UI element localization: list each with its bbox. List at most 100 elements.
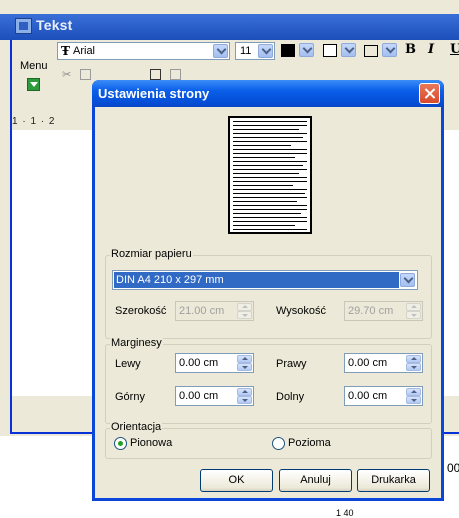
portrait-label[interactable]: Pionowa bbox=[130, 437, 172, 449]
preview-text-line bbox=[233, 177, 307, 178]
font-name-value: Arial bbox=[73, 45, 96, 57]
text-color-icon[interactable] bbox=[281, 44, 295, 57]
landscape-radio[interactable] bbox=[272, 437, 285, 450]
right-margin-field[interactable]: 0.00 cm bbox=[344, 353, 423, 373]
cancel-button[interactable]: Anuluj bbox=[279, 469, 352, 492]
font-size-combo[interactable]: 11 bbox=[235, 42, 275, 60]
border-icon[interactable] bbox=[364, 45, 378, 57]
orientation-legend: Orientacja bbox=[110, 421, 163, 433]
right-margin-value: 0.00 cm bbox=[348, 357, 388, 369]
cut-icon[interactable]: ✂ bbox=[62, 68, 71, 81]
ok-button[interactable]: OK bbox=[200, 469, 273, 492]
chevron-down-icon[interactable] bbox=[400, 273, 415, 287]
preview-text-line bbox=[233, 185, 293, 186]
top-margin-label: Górny bbox=[115, 391, 145, 403]
preview-text-line bbox=[233, 201, 297, 202]
left-margin-field[interactable]: 0.00 cm bbox=[175, 353, 254, 373]
spin-down-icon[interactable] bbox=[406, 363, 421, 371]
paper-size-legend: Rozmiar papieru bbox=[110, 248, 193, 260]
left-margin-label: Lewy bbox=[115, 358, 141, 370]
app-icon bbox=[15, 18, 32, 34]
portrait-radio[interactable] bbox=[114, 437, 127, 450]
paper-size-value: DIN A4 210 x 297 mm bbox=[114, 272, 399, 288]
chevron-down-icon[interactable] bbox=[382, 43, 397, 57]
top-margin-value: 0.00 cm bbox=[179, 390, 219, 402]
preview-text-line bbox=[233, 189, 307, 190]
underline-icon[interactable]: U bbox=[450, 42, 459, 57]
background-text-small: 1 40 bbox=[336, 508, 354, 518]
bottom-margin-label: Dolny bbox=[276, 391, 305, 403]
preview-text-line bbox=[233, 217, 307, 218]
height-value: 29.70 cm bbox=[348, 305, 394, 317]
preview-text-line bbox=[233, 173, 299, 174]
margins-legend: Marginesy bbox=[110, 337, 163, 349]
italic-icon[interactable]: I bbox=[428, 42, 434, 57]
printer-button[interactable]: Drukarka bbox=[357, 469, 430, 492]
spin-up-icon[interactable] bbox=[237, 388, 252, 396]
width-field[interactable]: 21.00 cm bbox=[175, 301, 254, 321]
spin-down-icon[interactable] bbox=[237, 311, 252, 319]
preview-text-line bbox=[233, 149, 307, 150]
preview-text-line bbox=[233, 205, 307, 206]
spin-up-icon[interactable] bbox=[237, 355, 252, 363]
menu-dropdown-icon[interactable] bbox=[27, 78, 40, 91]
left-margin-value: 0.00 cm bbox=[179, 357, 219, 369]
landscape-label[interactable]: Pozioma bbox=[288, 437, 331, 449]
table-icon[interactable] bbox=[150, 69, 161, 80]
preview-text-line bbox=[233, 225, 295, 226]
preview-text-line bbox=[233, 181, 307, 182]
preview-text-line bbox=[233, 133, 307, 134]
spin-down-icon[interactable] bbox=[406, 396, 421, 404]
preview-text-line bbox=[233, 197, 307, 198]
spin-down-icon[interactable] bbox=[237, 396, 252, 404]
preview-text-line bbox=[233, 157, 295, 158]
preview-text-line bbox=[233, 161, 307, 162]
page-setup-dialog: Ustawienia strony Rozmiar papieru DIN A4… bbox=[92, 80, 444, 501]
width-value: 21.00 cm bbox=[179, 305, 225, 317]
preview-text-line bbox=[233, 129, 299, 130]
height-field[interactable]: 29.70 cm bbox=[344, 301, 423, 321]
close-icon[interactable] bbox=[419, 83, 440, 104]
preview-text-line bbox=[233, 145, 291, 146]
font-size-value: 11 bbox=[240, 45, 252, 57]
table-grid-icon[interactable] bbox=[170, 69, 181, 80]
chevron-down-icon[interactable] bbox=[258, 44, 273, 58]
bottom-margin-field[interactable]: 0.00 cm bbox=[344, 386, 423, 406]
bold-icon[interactable]: B bbox=[405, 42, 416, 57]
bottom-margin-value: 0.00 cm bbox=[348, 390, 388, 402]
top-margin-field[interactable]: 0.00 cm bbox=[175, 386, 254, 406]
paper-size-group bbox=[105, 255, 432, 339]
preview-text-line bbox=[233, 165, 303, 166]
spin-down-icon[interactable] bbox=[406, 311, 421, 319]
dialog-body: Rozmiar papieru DIN A4 210 x 297 mm Szer… bbox=[95, 107, 441, 498]
chevron-down-icon[interactable] bbox=[213, 44, 228, 58]
preview-text-line bbox=[233, 209, 307, 210]
copy-icon[interactable] bbox=[80, 69, 91, 80]
ruler: 1 · 1 · 2 bbox=[12, 116, 56, 127]
spin-up-icon[interactable] bbox=[237, 303, 252, 311]
background-text: 00 bbox=[447, 461, 459, 475]
height-label: Wysokość bbox=[276, 305, 327, 317]
spin-up-icon[interactable] bbox=[406, 303, 421, 311]
paper-size-select[interactable]: DIN A4 210 x 297 mm bbox=[112, 270, 418, 290]
spin-up-icon[interactable] bbox=[406, 355, 421, 363]
preview-text-line bbox=[233, 125, 307, 126]
chevron-down-icon[interactable] bbox=[341, 43, 356, 57]
background-color-icon[interactable] bbox=[323, 44, 337, 57]
truetype-icon: Ŧ bbox=[61, 44, 70, 58]
menu-label[interactable]: Menu bbox=[20, 60, 48, 72]
right-margin-label: Prawy bbox=[276, 358, 307, 370]
preview-text-line bbox=[233, 137, 303, 138]
chevron-down-icon[interactable] bbox=[299, 43, 314, 57]
spin-down-icon[interactable] bbox=[237, 363, 252, 371]
app-title: Tekst bbox=[36, 17, 73, 33]
width-label: Szerokość bbox=[115, 305, 167, 317]
dialog-title: Ustawienia strony bbox=[98, 86, 210, 101]
page-preview bbox=[228, 116, 312, 234]
spin-up-icon[interactable] bbox=[406, 388, 421, 396]
font-name-combo[interactable]: Ŧ Arial bbox=[57, 42, 230, 60]
preview-text-line bbox=[233, 229, 307, 230]
preview-text-line bbox=[233, 153, 307, 154]
preview-text-line bbox=[233, 193, 305, 194]
preview-text-line bbox=[233, 141, 307, 142]
